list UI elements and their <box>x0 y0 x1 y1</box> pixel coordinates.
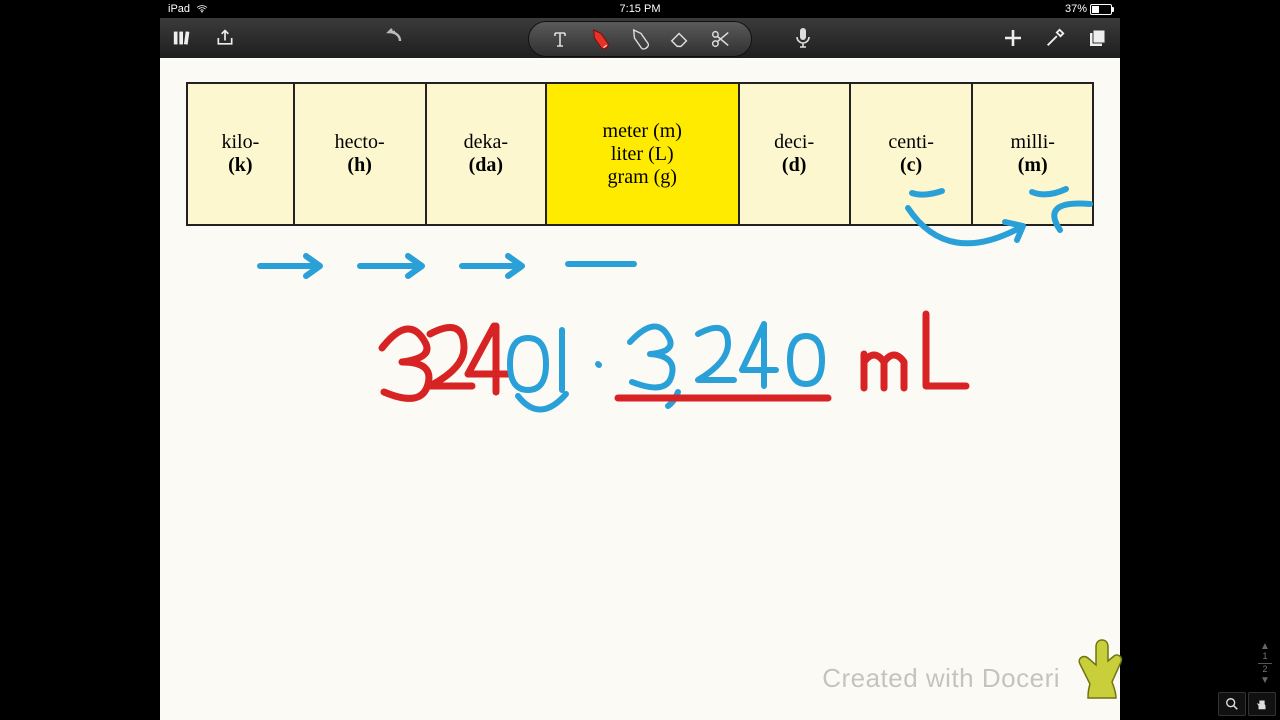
drawing-tools <box>528 21 752 57</box>
clock: 7:15 PM <box>620 3 661 15</box>
viewer-controls <box>1218 692 1276 716</box>
share-button[interactable] <box>212 25 238 51</box>
eraser-tool-button[interactable] <box>667 26 693 52</box>
library-button[interactable] <box>170 25 196 51</box>
device-label: iPad <box>168 3 190 15</box>
whiteboard-canvas[interactable]: kilo-(k) hecto-(h) deka-(da) meter (m) l… <box>160 58 1120 720</box>
mic-button[interactable] <box>790 25 816 51</box>
undo-button[interactable] <box>380 25 406 51</box>
wifi-icon <box>196 3 208 15</box>
app-toolbar <box>160 18 1120 58</box>
pages-button[interactable] <box>1084 25 1110 51</box>
add-button[interactable] <box>1000 25 1026 51</box>
doceri-hand-icon <box>1072 634 1132 708</box>
page-down-icon[interactable]: ▼ <box>1256 675 1274 686</box>
zoom-button[interactable] <box>1218 692 1246 716</box>
watermark-text: Created with Doceri <box>822 663 1060 694</box>
highlighter-tool-button[interactable] <box>622 21 658 57</box>
battery-indicator: 37% <box>1065 3 1112 15</box>
scissors-tool-button[interactable] <box>707 26 733 52</box>
settings-button[interactable] <box>1042 25 1068 51</box>
status-bar: iPad 7:15 PM 37% <box>160 0 1120 18</box>
text-tool-button[interactable] <box>547 26 573 52</box>
ipad-screen: iPad 7:15 PM 37% <box>160 0 1120 720</box>
page-indicator: ▲ 1 2 ▼ <box>1256 641 1274 686</box>
pen-tool-button[interactable] <box>582 21 618 57</box>
pan-button[interactable] <box>1248 692 1276 716</box>
ink-layer <box>160 58 1120 720</box>
